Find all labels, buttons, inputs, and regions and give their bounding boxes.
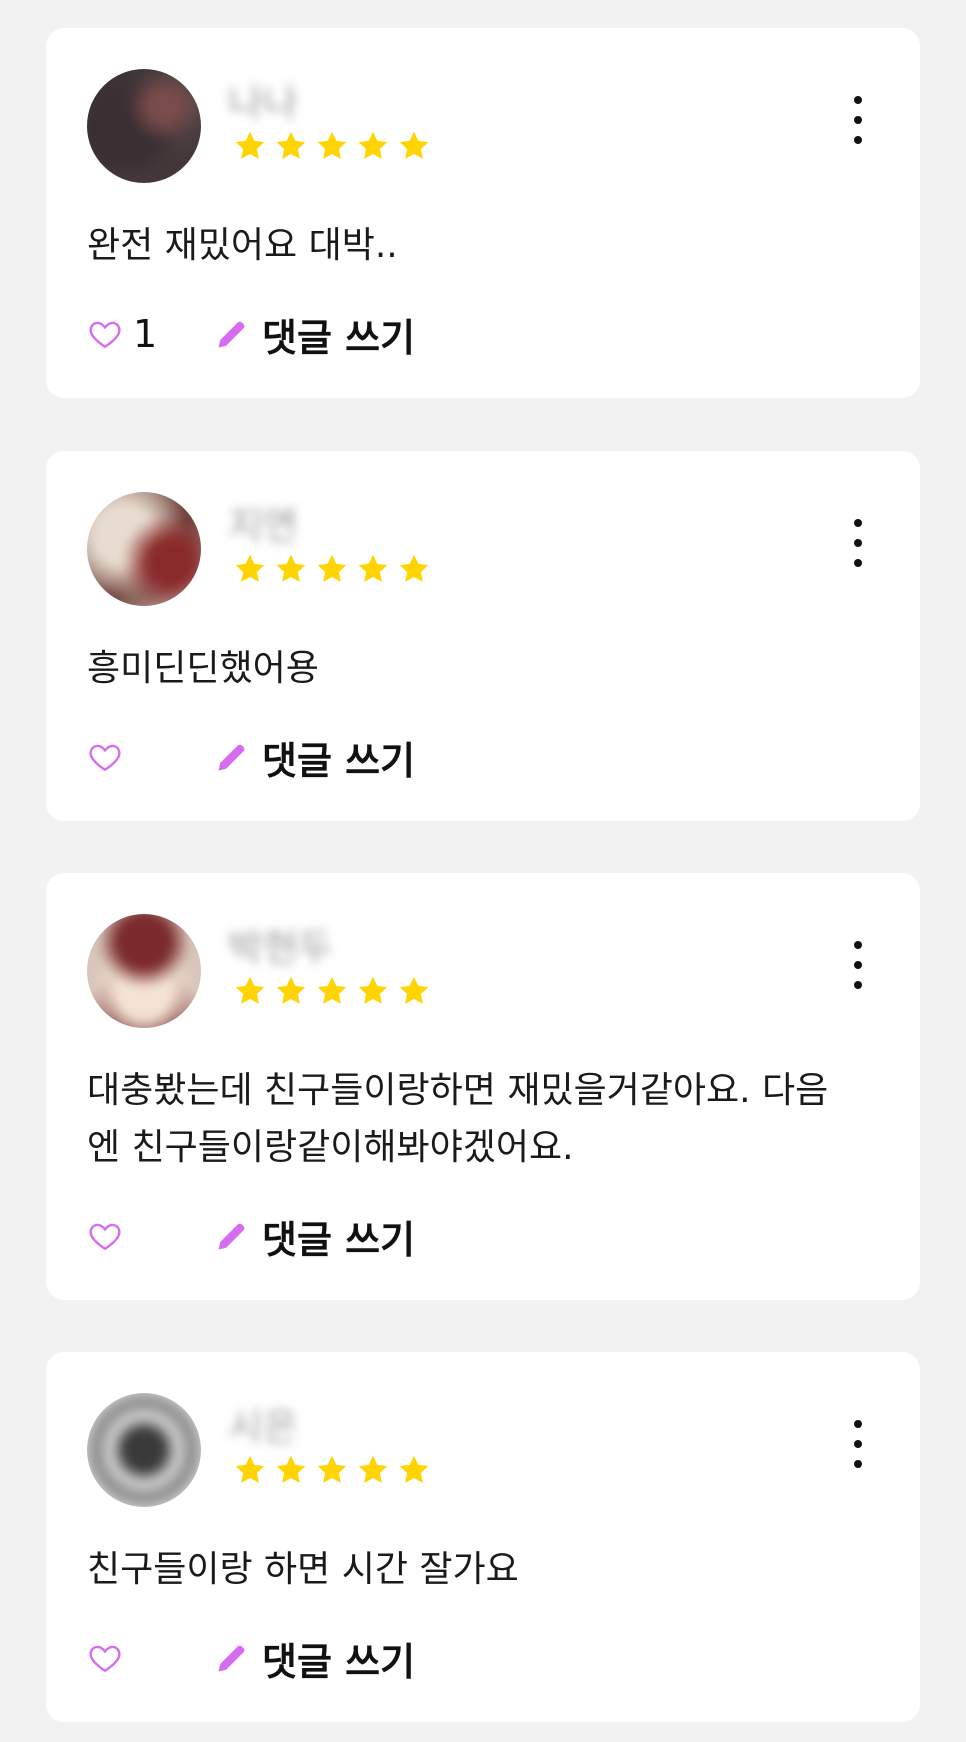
pencil-icon [218, 1223, 245, 1250]
write-comment-button[interactable]: 댓글 쓰기 [214, 312, 415, 360]
star-icon [317, 554, 347, 582]
write-comment-button[interactable]: 댓글 쓰기 [214, 1214, 415, 1262]
heart-outline-icon [89, 321, 121, 349]
star-icon [317, 131, 347, 159]
star-rating [232, 128, 432, 164]
more-options-button[interactable] [846, 519, 870, 567]
star-icon [399, 976, 429, 1004]
review-text: 친구들이랑 하면 시간 잘가요 [87, 1549, 519, 1590]
avatar[interactable] [87, 1393, 201, 1507]
like-count: 1 [133, 312, 158, 356]
comment-label: 댓글 쓰기 [262, 1639, 416, 1684]
review-actions: 댓글 쓰기 [87, 735, 587, 783]
reviewer-name[interactable]: 지연 [228, 495, 298, 550]
more-vertical-icon [854, 519, 862, 527]
review-card: 박현두 대충봤는데 친구들이랑하면 재밌을거같아요. 다음 엔 친구들이랑같이해… [46, 873, 920, 1300]
reviewer-name[interactable]: 시은 [228, 1396, 298, 1451]
like-button[interactable] [87, 1214, 133, 1258]
more-vertical-icon [854, 941, 862, 949]
write-comment-button[interactable]: 댓글 쓰기 [214, 1636, 415, 1684]
reviewer-name[interactable]: 박현두 [228, 917, 333, 972]
write-comment-button[interactable]: 댓글 쓰기 [214, 735, 415, 783]
heart-outline-icon [89, 1645, 121, 1673]
star-icon [276, 131, 306, 159]
avatar[interactable] [87, 492, 201, 606]
star-icon [358, 1455, 388, 1483]
more-vertical-icon [854, 96, 862, 104]
reviewer-name[interactable]: 나나 [228, 72, 298, 127]
pencil-icon [218, 1645, 245, 1672]
star-icon [358, 554, 388, 582]
review-feed: 나나 완전 재밌어요 대박.. 1 댓글 쓰기 지연 흥미딘딘했어용 댓글 쓰기… [0, 0, 966, 1742]
star-rating [232, 551, 432, 587]
star-icon [399, 554, 429, 582]
star-icon [276, 554, 306, 582]
review-text: 대충봤는데 친구들이랑하면 재밌을거같아요. 다음 엔 친구들이랑같이해봐야겠어… [87, 1070, 829, 1168]
more-options-button[interactable] [846, 1420, 870, 1468]
star-icon [358, 131, 388, 159]
star-rating [232, 973, 432, 1009]
star-icon [399, 131, 429, 159]
comment-label: 댓글 쓰기 [262, 738, 416, 783]
more-options-button[interactable] [846, 941, 870, 989]
review-actions: 1 댓글 쓰기 [87, 312, 587, 360]
star-icon [235, 554, 265, 582]
avatar[interactable] [87, 69, 201, 183]
like-button[interactable] [87, 735, 133, 779]
comment-label: 댓글 쓰기 [262, 1217, 416, 1262]
pencil-icon [218, 744, 245, 771]
star-icon [276, 1455, 306, 1483]
pencil-icon [218, 321, 245, 348]
like-button[interactable]: 1 [87, 312, 157, 356]
star-icon [235, 976, 265, 1004]
star-rating [232, 1452, 432, 1488]
avatar[interactable] [87, 914, 201, 1028]
comment-label: 댓글 쓰기 [262, 315, 416, 360]
star-icon [358, 976, 388, 1004]
review-card: 시은 친구들이랑 하면 시간 잘가요 댓글 쓰기 [46, 1352, 920, 1722]
star-icon [235, 1455, 265, 1483]
star-icon [317, 1455, 347, 1483]
star-icon [235, 131, 265, 159]
star-icon [317, 976, 347, 1004]
heart-outline-icon [89, 1223, 121, 1251]
like-button[interactable] [87, 1636, 133, 1680]
more-options-button[interactable] [846, 96, 870, 144]
heart-outline-icon [89, 744, 121, 772]
review-card: 나나 완전 재밌어요 대박.. 1 댓글 쓰기 [46, 28, 920, 398]
review-text: 흥미딘딘했어용 [87, 648, 319, 689]
review-card: 지연 흥미딘딘했어용 댓글 쓰기 [46, 451, 920, 821]
star-icon [276, 976, 306, 1004]
more-vertical-icon [854, 1420, 862, 1428]
review-actions: 댓글 쓰기 [87, 1214, 587, 1262]
review-text: 완전 재밌어요 대박.. [87, 225, 398, 266]
review-actions: 댓글 쓰기 [87, 1636, 587, 1684]
star-icon [399, 1455, 429, 1483]
